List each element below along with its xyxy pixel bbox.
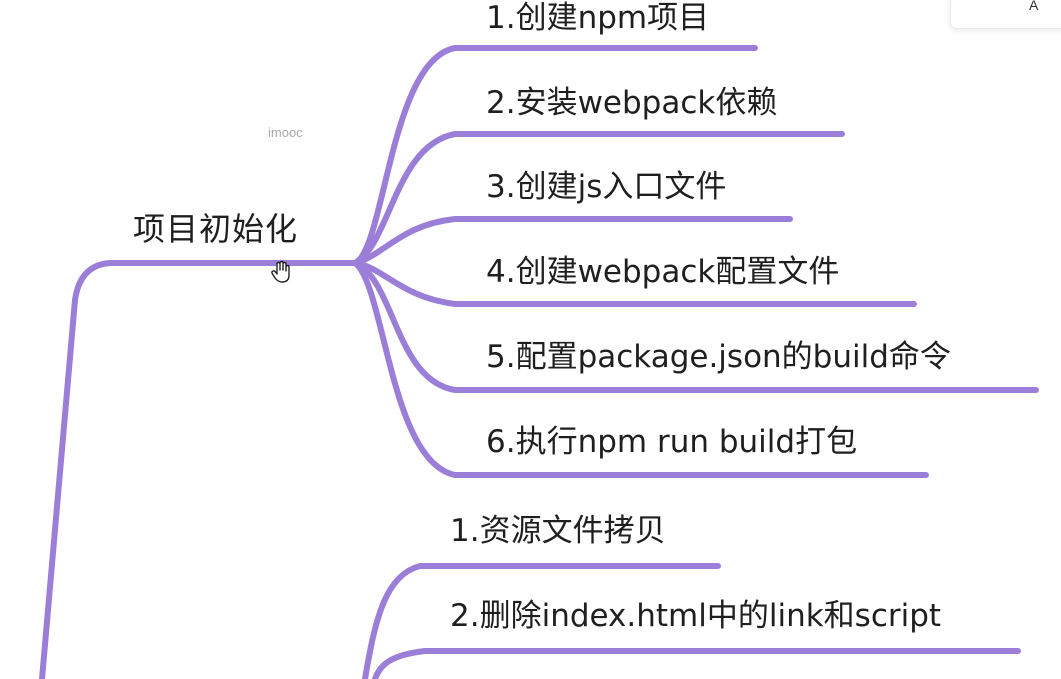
- node-item-5[interactable]: 5.配置package.json的build命令: [486, 342, 951, 373]
- node-item-1[interactable]: 1.创建npm项目: [486, 3, 709, 34]
- node-item-2[interactable]: 2.安装webpack依赖: [486, 88, 777, 119]
- root-node-label[interactable]: 项目初始化: [133, 213, 298, 245]
- mindmap-canvas: 项目初始化 1.创建npm项目 2.安装webpack依赖 3.创建js入口文件…: [0, 0, 1061, 679]
- trunk-branch: [39, 260, 358, 679]
- node-group2-item-1[interactable]: 1.资源文件拷贝: [450, 516, 666, 547]
- node-item-3[interactable]: 3.创建js入口文件: [486, 172, 726, 203]
- hand-cursor-icon: [271, 260, 290, 283]
- corner-card-text: A: [1029, 0, 1039, 13]
- watermark: imooc: [268, 125, 303, 140]
- node-item-6[interactable]: 6.执行npm run build打包: [486, 427, 857, 458]
- corner-card[interactable]: A: [950, 0, 1061, 29]
- node-item-4[interactable]: 4.创建webpack配置文件: [486, 257, 839, 288]
- node-group2-item-2[interactable]: 2.删除index.html中的link和script: [450, 601, 941, 632]
- branch-group2-item-2: [372, 648, 1021, 679]
